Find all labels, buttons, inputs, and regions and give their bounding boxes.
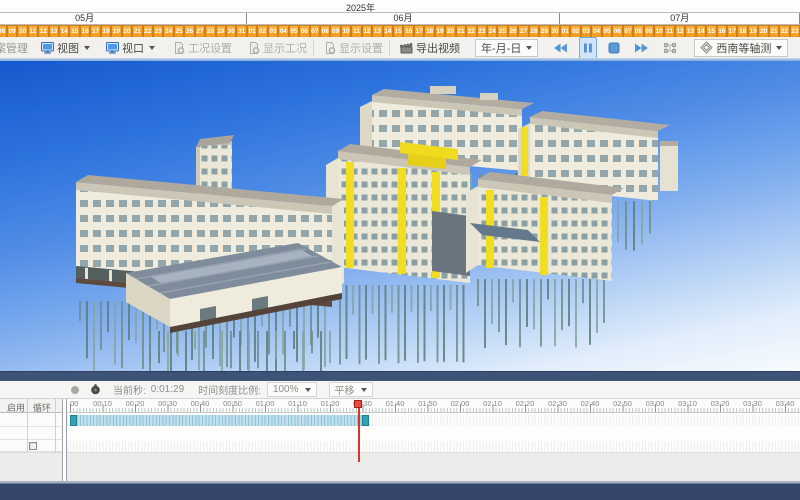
ruler-tick-label: 00:30 [158, 399, 177, 408]
current-second-label: 当前秒: [113, 386, 146, 397]
chevron-down-icon [526, 45, 533, 50]
clip-end-handle[interactable] [362, 415, 369, 426]
ruler-tick-label: 03:20 [710, 399, 730, 408]
viewport-button-label: 视口 [122, 42, 144, 55]
building-center [326, 142, 482, 283]
month-header: 05月 [0, 13, 247, 24]
pause-icon [583, 42, 593, 54]
ruler-tick-label: 00:20 [125, 399, 145, 408]
fast-forward-icon [634, 42, 649, 54]
show-work-condition-button-label: 显示工况 [263, 42, 307, 55]
animation-timeline-panel: 当前秒: 0:01:29 时间刻度比例: 100% 平移 启用 循环 00 00: [0, 381, 800, 483]
stop-button[interactable] [605, 38, 623, 58]
ruler-tick-label: 02:40 [580, 399, 600, 408]
export-video-button[interactable]: 导出视频 [397, 39, 463, 57]
fast-forward-button[interactable] [631, 38, 652, 58]
view-button-label: 视图 [57, 42, 79, 55]
playhead-handle[interactable] [354, 400, 362, 408]
ruler-tick-label: 00:10 [93, 399, 112, 408]
track-panel-divider[interactable] [62, 399, 67, 481]
ruler-tick-label: 01:50 [418, 399, 437, 408]
show-work-condition-button[interactable]: 显示工况 [245, 39, 310, 57]
time-ruler[interactable]: 00 00:10 00:20 00:30 00:40 00:50 01:00 01:10 01:… [66, 399, 800, 413]
ruler-tick-label: 01:00 [255, 399, 275, 408]
view-direction-combo-label: 西南等轴测 [716, 42, 772, 55]
view-direction-combo[interactable]: 西南等轴测 [694, 38, 789, 57]
bottom-status-bar [0, 483, 800, 500]
cube-icon [700, 41, 714, 54]
pan-mode-combo[interactable]: 平移 [328, 382, 373, 397]
playhead[interactable] [357, 402, 360, 462]
current-second-value: 0:01:29 [150, 384, 185, 395]
ruler-tick-label: 03:30 [743, 399, 762, 408]
viewport-3d[interactable] [0, 61, 800, 371]
view-button[interactable]: 视图 [38, 39, 93, 57]
record-icon[interactable] [70, 385, 80, 395]
chevron-down-icon [776, 45, 783, 50]
chevron-down-icon [304, 387, 311, 392]
clip-start-handle[interactable] [70, 415, 77, 426]
main-toolbar: 方案管理 视图 视口 工况设置 显示工况 显示设置 导出视频 年-月-日 西南等轴测 [0, 37, 800, 58]
monitor-icon [41, 41, 54, 54]
doc-gear-icon [324, 41, 336, 54]
month-header: 06月 [247, 13, 561, 24]
ruler-tick-label: 03:40 [775, 399, 795, 408]
track-area[interactable] [66, 413, 800, 452]
ruler-tick-label: 01:40 [385, 399, 405, 408]
ruler-tick-label: 01:10 [288, 399, 307, 408]
work-condition-settings-button-label: 工况设置 [188, 42, 232, 55]
align-grid-button[interactable] [660, 38, 680, 58]
ruler-tick-label: 03:00 [645, 399, 665, 408]
monitor-icon [106, 41, 119, 54]
stopwatch-icon[interactable] [90, 384, 101, 395]
building-right [466, 172, 624, 281]
panel-splitter[interactable] [0, 371, 800, 381]
calendar-month-row: 05月 06月 07月 [0, 13, 800, 25]
display-settings-button[interactable]: 显示设置 [321, 39, 386, 57]
viewport-button[interactable]: 视口 [103, 39, 158, 57]
gantt-calendar: 2025年 05月06月07月 080910111213141516171819… [0, 0, 800, 38]
timeline-footer-area [0, 452, 800, 481]
ruler-tick-label: 02:10 [483, 399, 502, 408]
stop-icon [608, 42, 620, 54]
animation-clip-bar[interactable] [70, 415, 369, 426]
export-video-button-label: 导出视频 [416, 42, 460, 55]
display-settings-button-label: 显示设置 [339, 42, 383, 55]
rewind-button[interactable] [550, 38, 571, 58]
work-condition-settings-button[interactable]: 工况设置 [170, 39, 235, 57]
time-scale-label: 时间刻度比例: [198, 386, 261, 397]
calendar-year-row: 2025年 [0, 0, 800, 13]
building-model [76, 86, 678, 371]
toolbar-separator [313, 39, 314, 56]
ruler-tick-label: 00 [70, 399, 79, 408]
date-format-combo[interactable]: 年-月-日 [475, 38, 539, 57]
nodes-icon [663, 42, 677, 54]
time-scale-combo[interactable]: 100% [266, 382, 317, 397]
ruler-tick-label: 02:30 [548, 399, 567, 408]
chevron-down-icon [360, 387, 367, 392]
loop-checkbox[interactable] [29, 442, 37, 450]
plan-management-label: 方案管理 [0, 42, 28, 55]
pause-button[interactable] [579, 37, 598, 58]
track-columns-header: 启用 循环 [0, 399, 62, 413]
timeline-toolbar: 当前秒: 0:01:29 时间刻度比例: 100% 平移 [0, 381, 800, 399]
chevron-down-icon [84, 45, 90, 50]
doc-gear-icon [248, 41, 260, 54]
ruler-tick-label: 03:10 [678, 399, 697, 408]
bim-simulation-app: 2025年 05月06月07月 080910111213141516171819… [0, 0, 800, 500]
toolbar-separator [389, 39, 390, 56]
clapperboard-icon [400, 41, 413, 54]
ruler-tick-label: 02:00 [450, 399, 470, 408]
ruler-tick-label: 02:20 [515, 399, 535, 408]
rewind-icon [553, 42, 568, 54]
ruler-tick-label: 02:50 [613, 399, 632, 408]
ruler-tick-label: 00:50 [223, 399, 242, 408]
doc-gear-icon [173, 41, 185, 54]
ruler-tick-label: 01:20 [320, 399, 340, 408]
chevron-down-icon [149, 45, 155, 50]
month-header: 07月 [560, 13, 800, 24]
track-list [0, 413, 62, 452]
date-format-combo-label: 年-月-日 [481, 42, 522, 55]
ruler-tick-label: 00:40 [190, 399, 210, 408]
